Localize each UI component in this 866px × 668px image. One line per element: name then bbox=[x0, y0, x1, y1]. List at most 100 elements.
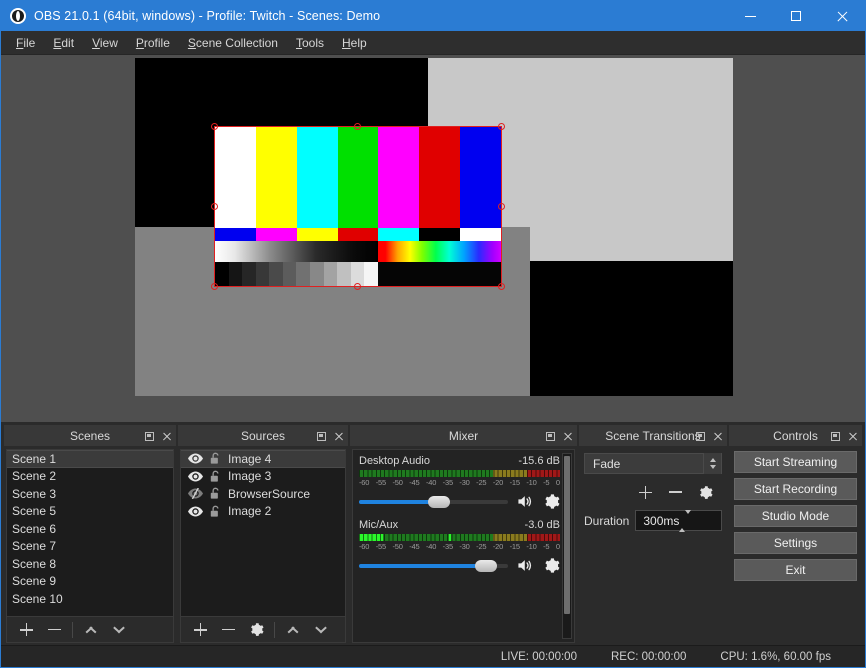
eye-visible-icon[interactable] bbox=[188, 471, 203, 482]
volume-slider[interactable] bbox=[359, 494, 508, 510]
remove-scene-button[interactable] bbox=[41, 618, 67, 642]
lock-open-icon[interactable] bbox=[210, 505, 221, 518]
lock-open-icon[interactable] bbox=[210, 452, 221, 465]
preview-canvas[interactable] bbox=[135, 58, 733, 396]
mixer-track-header: Mic/Aux-3.0 dB bbox=[359, 519, 560, 531]
resize-handle-middle-left[interactable] bbox=[211, 203, 218, 210]
resize-handle-middle-right[interactable] bbox=[498, 203, 505, 210]
scene-list-item[interactable]: Scene 7 bbox=[7, 538, 173, 556]
inverse-bars-row bbox=[215, 228, 501, 242]
close-icon[interactable] bbox=[334, 432, 343, 441]
menu-item-edit[interactable]: Edit bbox=[44, 33, 83, 53]
dock-mixer-buttons bbox=[546, 425, 572, 447]
lock-open-icon[interactable] bbox=[210, 487, 221, 500]
source-list-item[interactable]: Image 2 bbox=[181, 503, 345, 521]
control-button-start-recording[interactable]: Start Recording bbox=[734, 478, 857, 500]
selected-source-bounding-box[interactable] bbox=[214, 126, 502, 287]
scene-label: Scene 3 bbox=[12, 487, 56, 501]
close-icon[interactable] bbox=[848, 432, 857, 441]
mixer-scrollbar-thumb[interactable] bbox=[564, 456, 570, 614]
transition-select[interactable]: Fade bbox=[584, 453, 722, 474]
scene-list-item[interactable]: Scene 6 bbox=[7, 520, 173, 538]
source-list-item[interactable]: BrowserSource bbox=[181, 485, 345, 503]
resize-handle-top-center[interactable] bbox=[354, 123, 361, 130]
resize-handle-bottom-center[interactable] bbox=[354, 283, 361, 290]
color-bar bbox=[378, 127, 419, 228]
eye-visible-icon[interactable] bbox=[188, 453, 203, 464]
close-icon[interactable] bbox=[713, 432, 722, 441]
minus-icon bbox=[222, 629, 235, 631]
control-button-settings[interactable]: Settings bbox=[734, 532, 857, 554]
menu-item-help[interactable]: Help bbox=[333, 33, 376, 53]
meter-scale-label: -30 bbox=[459, 478, 469, 487]
scene-list-item[interactable]: Scene 5 bbox=[7, 503, 173, 521]
add-transition-button[interactable] bbox=[632, 480, 658, 504]
speaker-icon[interactable] bbox=[517, 494, 534, 509]
remove-transition-button[interactable] bbox=[662, 480, 688, 504]
scenes-list[interactable]: Scene 1Scene 2Scene 3Scene 5Scene 6Scene… bbox=[6, 449, 174, 617]
menu-item-scene-collection[interactable]: Scene Collection bbox=[179, 33, 287, 53]
volume-slider-handle[interactable] bbox=[475, 560, 497, 572]
menu-label: cene Collection bbox=[196, 36, 278, 50]
float-icon[interactable] bbox=[317, 432, 326, 441]
mixer-scrollbar[interactable] bbox=[562, 453, 572, 639]
preview-area[interactable] bbox=[1, 55, 865, 422]
gray-step bbox=[310, 262, 324, 286]
maximize-button[interactable] bbox=[773, 1, 819, 31]
scene-list-item[interactable]: Scene 3 bbox=[7, 485, 173, 503]
scene-list-item[interactable]: Scene 2 bbox=[7, 468, 173, 486]
gray-step bbox=[215, 262, 229, 286]
scene-list-item[interactable]: Scene 10 bbox=[7, 590, 173, 608]
resize-handle-bottom-left[interactable] bbox=[211, 283, 218, 290]
remove-source-button[interactable] bbox=[215, 618, 241, 642]
float-icon[interactable] bbox=[145, 432, 154, 441]
source-list-item[interactable]: Image 4 bbox=[181, 450, 345, 468]
scene-list-item[interactable]: Scene 9 bbox=[7, 573, 173, 591]
minus-icon bbox=[669, 491, 682, 493]
transition-select-spinner[interactable] bbox=[703, 453, 721, 474]
eye-hidden-icon[interactable] bbox=[188, 488, 203, 499]
volume-slider[interactable] bbox=[359, 558, 508, 574]
meter-scale-label: -25 bbox=[476, 478, 486, 487]
menu-item-profile[interactable]: Profile bbox=[127, 33, 179, 53]
close-icon[interactable] bbox=[563, 432, 572, 441]
close-button[interactable] bbox=[819, 1, 865, 31]
eye-visible-icon[interactable] bbox=[188, 506, 203, 517]
scene-list-item[interactable]: Scene 8 bbox=[7, 555, 173, 573]
add-scene-button[interactable] bbox=[13, 618, 39, 642]
menu-item-tools[interactable]: Tools bbox=[287, 33, 333, 53]
color-bar bbox=[215, 127, 256, 228]
minimize-button[interactable] bbox=[727, 1, 773, 31]
float-icon[interactable] bbox=[546, 432, 555, 441]
menu-item-file[interactable]: File bbox=[7, 33, 44, 53]
add-source-button[interactable] bbox=[187, 618, 213, 642]
sources-list[interactable]: Image 4Image 3BrowserSourceImage 2 bbox=[180, 449, 346, 617]
speaker-icon[interactable] bbox=[517, 558, 534, 573]
move-scene-up-button[interactable] bbox=[78, 618, 104, 642]
resize-handle-top-right[interactable] bbox=[498, 123, 505, 130]
lock-open-icon[interactable] bbox=[210, 470, 221, 483]
source-list-item[interactable]: Image 3 bbox=[181, 468, 345, 486]
resize-handle-bottom-right[interactable] bbox=[498, 283, 505, 290]
close-icon[interactable] bbox=[162, 432, 171, 441]
control-button-exit[interactable]: Exit bbox=[734, 559, 857, 581]
gear-icon[interactable] bbox=[543, 493, 560, 510]
duration-input[interactable]: 300ms bbox=[635, 510, 722, 531]
menu-item-view[interactable]: View bbox=[83, 33, 127, 53]
control-button-start-streaming[interactable]: Start Streaming bbox=[734, 451, 857, 473]
float-icon[interactable] bbox=[831, 432, 840, 441]
transition-properties-button[interactable] bbox=[692, 480, 718, 504]
scene-list-item[interactable]: Scene 1 bbox=[7, 450, 173, 468]
mixer-level-meter bbox=[359, 534, 560, 541]
volume-slider-handle[interactable] bbox=[428, 496, 450, 508]
float-icon[interactable] bbox=[696, 432, 705, 441]
gear-icon[interactable] bbox=[543, 557, 560, 574]
move-source-up-button[interactable] bbox=[280, 618, 306, 642]
move-scene-down-button[interactable] bbox=[106, 618, 132, 642]
duration-spinner[interactable] bbox=[679, 514, 691, 528]
control-button-studio-mode[interactable]: Studio Mode bbox=[734, 505, 857, 527]
resize-handle-top-left[interactable] bbox=[211, 123, 218, 130]
move-source-down-button[interactable] bbox=[308, 618, 334, 642]
source-properties-button[interactable] bbox=[243, 618, 269, 642]
transition-select-value: Fade bbox=[593, 457, 620, 471]
